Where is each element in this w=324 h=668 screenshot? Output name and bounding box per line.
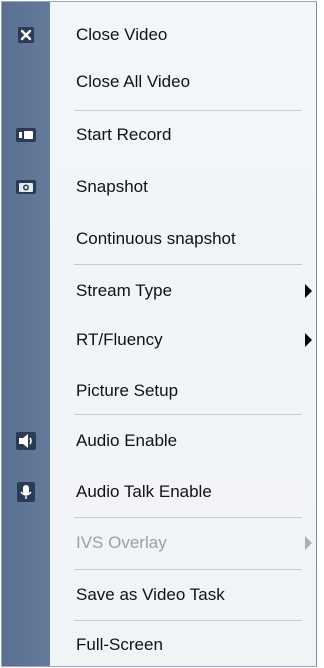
menu-item-full-screen[interactable]: Full-Screen	[2, 623, 316, 667]
menu-item-label: Close Video	[76, 25, 168, 44]
menu-item-snapshot[interactable]: Snapshot	[2, 165, 316, 209]
menu-separator	[74, 569, 302, 570]
menu-item-label: Close All Video	[76, 72, 191, 91]
menu-item-label: Save as Video Task	[76, 585, 225, 604]
menu-item-continuous-snapshot[interactable]: Continuous snapshot	[2, 217, 316, 261]
menu-item-rt-fluency[interactable]: RT/Fluency	[2, 318, 316, 362]
menu-item-audio-talk-enable[interactable]: Audio Talk Enable	[2, 470, 316, 514]
menu-separator	[74, 517, 302, 518]
menu-item-picture-setup[interactable]: Picture Setup	[2, 369, 316, 413]
menu-item-label: Picture Setup	[76, 381, 179, 400]
menu-separator	[74, 414, 302, 415]
menu-item-label: Full-Screen	[76, 635, 163, 654]
menu-item-label: IVS Overlay	[76, 533, 167, 552]
menu-item-start-record[interactable]: Start Record	[2, 113, 316, 157]
menu-item-save-as-video-task[interactable]: Save as Video Task	[2, 573, 316, 617]
menu-item-label: Stream Type	[76, 281, 173, 300]
menu-item-close-all-video[interactable]: Close All Video	[2, 60, 316, 104]
menu-item-audio-enable[interactable]: Audio Enable	[2, 419, 316, 463]
menu-item-label: RT/Fluency	[76, 330, 163, 349]
menu-item-label: Start Record	[76, 125, 172, 144]
camera-icon	[16, 177, 36, 197]
speaker-icon	[16, 431, 36, 451]
submenu-arrow-icon	[305, 333, 312, 347]
menu-item-label: Audio Enable	[76, 431, 178, 450]
menu-item-ivs-overlay: IVS Overlay	[2, 521, 316, 565]
menu-item-label: Snapshot	[76, 177, 148, 196]
microphone-icon	[16, 482, 36, 502]
menu-separator	[74, 620, 302, 621]
context-menu: Close Video Close All Video Start Record…	[1, 1, 317, 667]
submenu-arrow-icon	[305, 284, 312, 298]
submenu-arrow-icon	[305, 536, 312, 550]
close-icon	[16, 25, 36, 45]
menu-item-close-video[interactable]: Close Video	[2, 13, 316, 57]
menu-separator	[74, 110, 302, 111]
menu-item-stream-type[interactable]: Stream Type	[2, 269, 316, 313]
record-icon	[16, 125, 36, 145]
menu-item-label: Continuous snapshot	[76, 229, 236, 248]
menu-separator	[74, 264, 302, 265]
menu-item-label: Audio Talk Enable	[76, 482, 212, 501]
